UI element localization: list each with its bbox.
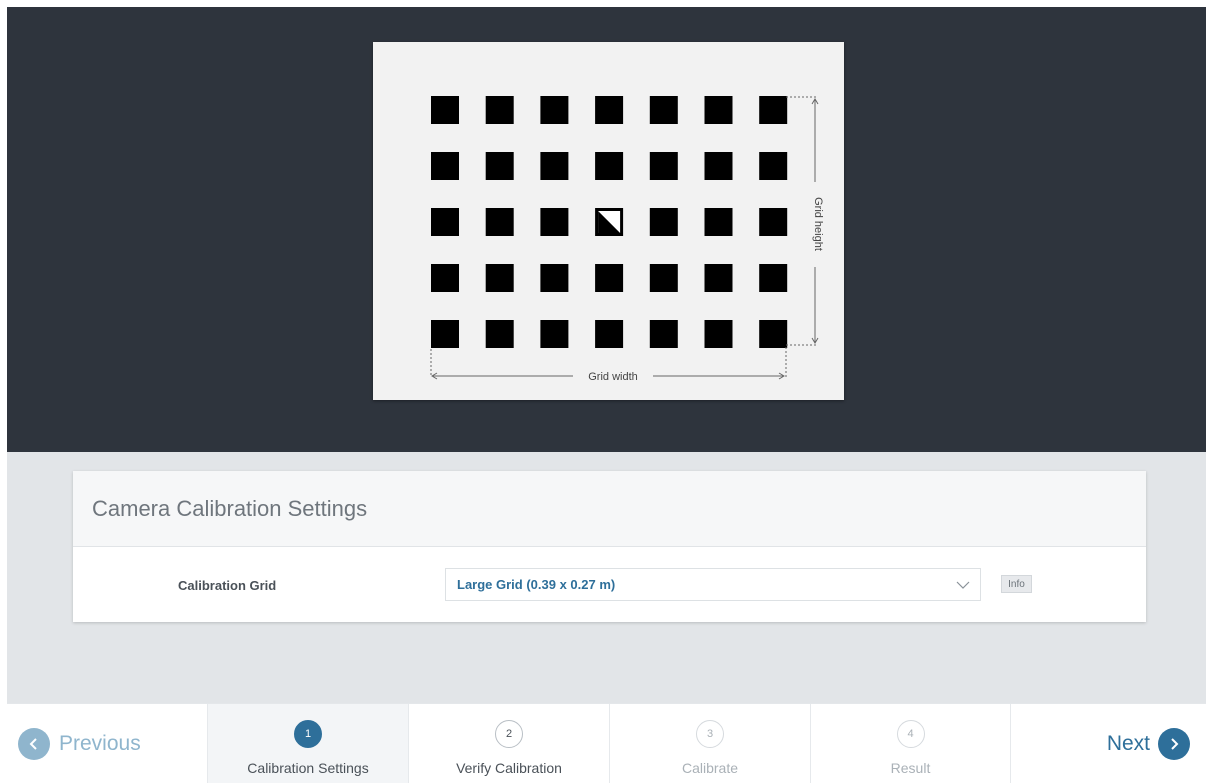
grid-square: [649, 96, 678, 124]
grid-square: [759, 208, 788, 236]
panel-title: Camera Calibration Settings: [92, 495, 368, 521]
grid-squares: [431, 96, 788, 348]
grid-square: [649, 320, 678, 348]
step-verify-calibration[interactable]: 2 Verify Calibration: [408, 704, 609, 783]
grid-square: [540, 264, 569, 292]
previous-button[interactable]: Previous: [18, 704, 198, 783]
grid-square: [540, 96, 569, 124]
grid-square: [595, 152, 624, 180]
grid-square: [595, 264, 624, 292]
grid-square: [540, 152, 569, 180]
grid-square: [485, 320, 514, 348]
chevron-right-icon: [1158, 728, 1190, 760]
settings-panel: Camera Calibration Settings Calibration …: [73, 471, 1146, 622]
grid-square: [540, 320, 569, 348]
grid-height-label: Grid height: [812, 197, 824, 251]
grid-square: [431, 152, 459, 180]
grid-square: [485, 96, 514, 124]
calibration-grid-label: Calibration Grid: [178, 578, 277, 593]
step-result[interactable]: 4 Result: [810, 704, 1011, 783]
grid-square: [704, 320, 733, 348]
grid-square: [649, 208, 678, 236]
calibration-grid-diagram: Grid width Grid height: [430, 96, 824, 383]
grid-square: [704, 152, 733, 180]
panel-header: Camera Calibration Settings: [73, 471, 1146, 547]
next-button[interactable]: Next: [1107, 704, 1190, 783]
grid-square: [649, 264, 678, 292]
calibration-grid-value: Large Grid (0.39 x 0.27 m): [457, 577, 616, 592]
grid-square: [431, 96, 459, 124]
grid-square: [540, 208, 569, 236]
next-label: Next: [1106, 732, 1150, 755]
chevron-down-icon: [956, 581, 970, 589]
grid-square: [431, 208, 459, 236]
grid-width-label: Grid width: [588, 371, 638, 383]
calibration-wizard: Grid width Grid height Camera Calibratio…: [0, 0, 1206, 783]
grid-square: [485, 208, 514, 236]
previous-label: Previous: [59, 732, 141, 755]
step-label: Calibrate: [681, 760, 739, 776]
grid-square: [485, 264, 514, 292]
grid-square: [485, 152, 514, 180]
step-number: 2: [495, 720, 523, 748]
calibration-grid-select[interactable]: Large Grid (0.39 x 0.27 m): [445, 568, 981, 601]
wizard-steps: 1 Calibration Settings 2 Verify Calibrat…: [207, 704, 1011, 783]
step-calibration-settings[interactable]: 1 Calibration Settings: [207, 704, 408, 783]
step-number: 4: [896, 720, 925, 748]
chevron-left-icon: [18, 728, 50, 760]
grid-square: [595, 96, 624, 124]
calibration-preview: Grid width Grid height: [7, 7, 1206, 452]
grid-square: [649, 152, 678, 180]
grid-square: [431, 320, 459, 348]
grid-square: [704, 96, 733, 124]
orientation-marker-square: [595, 208, 624, 236]
grid-square: [759, 264, 788, 292]
step-number: 3: [696, 720, 724, 748]
grid-square: [704, 264, 733, 292]
info-button[interactable]: Info: [1001, 575, 1032, 593]
grid-square: [759, 152, 788, 180]
step-label: Verify Calibration: [456, 760, 562, 776]
settings-area: Camera Calibration Settings Calibration …: [7, 452, 1206, 703]
step-number: 1: [294, 720, 322, 748]
calibration-grid-row: Calibration Grid Large Grid (0.39 x 0.27…: [73, 547, 1146, 621]
step-label: Result: [890, 760, 931, 776]
grid-square: [759, 96, 788, 124]
grid-square: [595, 320, 624, 348]
step-label: Calibration Settings: [247, 760, 369, 776]
grid-square: [704, 208, 733, 236]
calibration-grid-card: Grid width Grid height: [373, 42, 844, 400]
wizard-footer: Previous 1 Calibration Settings 2 Verify…: [7, 703, 1206, 783]
step-calibrate[interactable]: 3 Calibrate: [609, 704, 810, 783]
grid-square: [759, 320, 788, 348]
grid-square: [431, 264, 459, 292]
